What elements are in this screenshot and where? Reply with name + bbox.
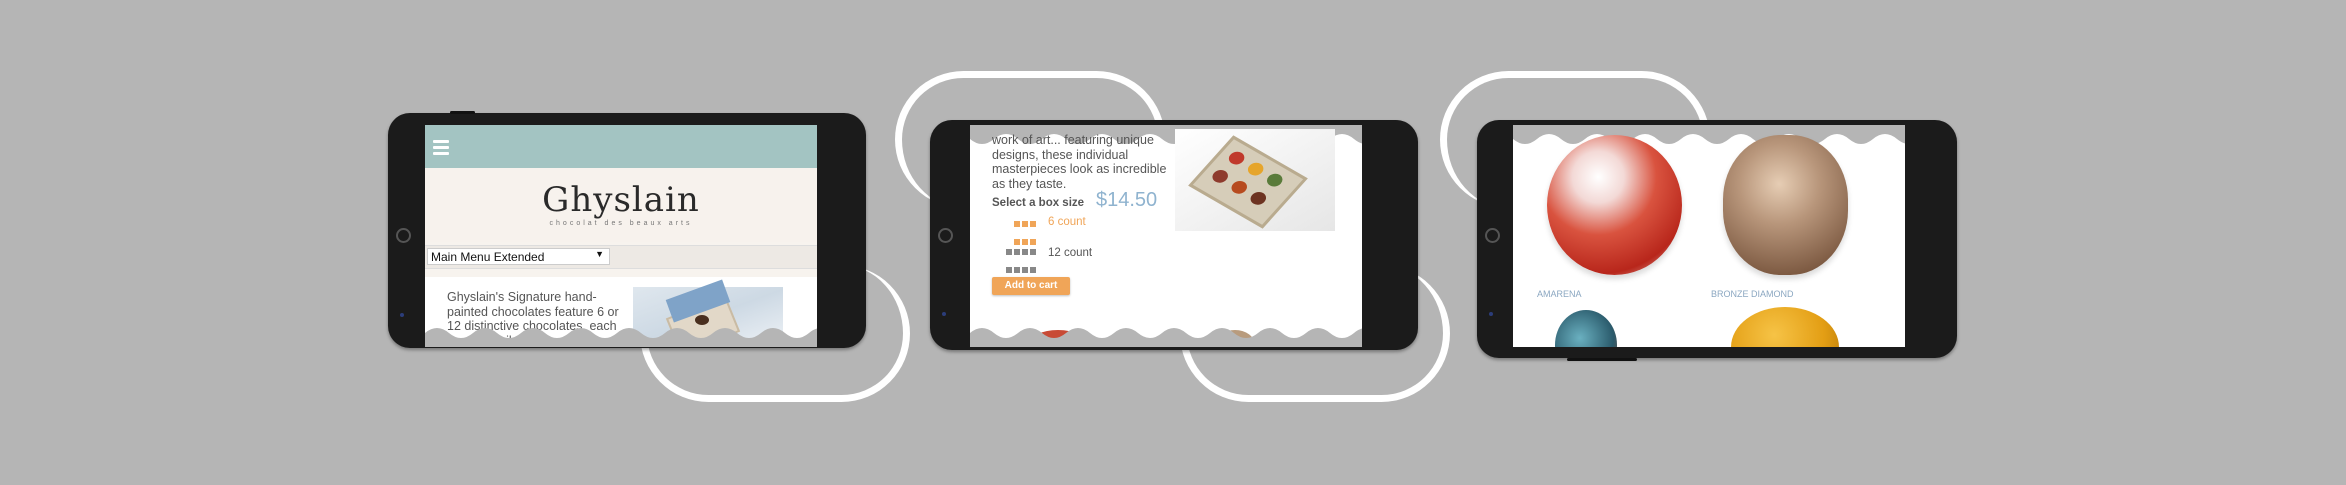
option-12-label: 12 count [1048,247,1093,259]
screen-2: work of art... featuring unique designs,… [970,125,1362,347]
hamburger-menu-icon[interactable] [433,140,449,158]
camera-icon [396,228,411,243]
item-label-bronze-diamond[interactable]: BRONZE DIAMOND [1711,289,1794,299]
menu-bar: Main Menu Extended ▼ [425,245,817,269]
sensor-dot [942,312,946,316]
add-to-cart-button[interactable]: Add to cart [992,277,1070,295]
screen-1: Ghyslain chocolat des beaux arts Main Me… [425,125,817,347]
site-header [425,125,817,168]
chocolate-peek-right [1731,307,1839,347]
site-logo[interactable]: Ghyslain [425,180,817,220]
chocolate-amarena-image[interactable] [1547,135,1682,275]
wave-edge-bottom [970,328,1362,347]
camera-icon [1485,228,1500,243]
item-label-amarena[interactable]: AMARENA [1537,289,1582,299]
phone-2: work of art... featuring unique designs,… [930,120,1418,350]
logo-area: Ghyslain chocolat des beaux arts [425,168,817,242]
main-menu-select-value: Main Menu Extended [431,250,545,264]
phone-1-top-button [450,111,475,114]
price: $14.50 [1096,189,1158,211]
option-12-count[interactable]: 12 count [1006,244,1126,291]
phone-1: Ghyslain chocolat des beaux arts Main Me… [388,113,866,348]
sensor-dot [1489,312,1493,316]
sensor-dot [400,313,404,317]
camera-icon [938,228,953,243]
product-description-cont: work of art... featuring unique designs,… [992,133,1167,191]
chocolate-peek-left [1555,310,1617,347]
phone-3-bottom-button [1567,358,1637,361]
chocolate-bronze-diamond-image[interactable] [1723,135,1848,275]
option-6-label: 6 count [1048,216,1086,228]
wave-edge-bottom [425,328,817,347]
phone-3: AMARENA BRONZE DIAMOND [1477,120,1957,361]
dropdown-arrow-icon: ▼ [595,249,604,259]
chocolate-box-image [1175,129,1335,231]
main-menu-select[interactable]: Main Menu Extended ▼ [427,248,610,265]
screen-3: AMARENA BRONZE DIAMOND [1513,125,1905,347]
box-size-label: Select a box size [992,197,1085,209]
option-6-count[interactable]: 6 count [1014,215,1134,245]
logo-tagline: chocolat des beaux arts [549,220,693,227]
wave-edge-top [1513,125,1905,144]
